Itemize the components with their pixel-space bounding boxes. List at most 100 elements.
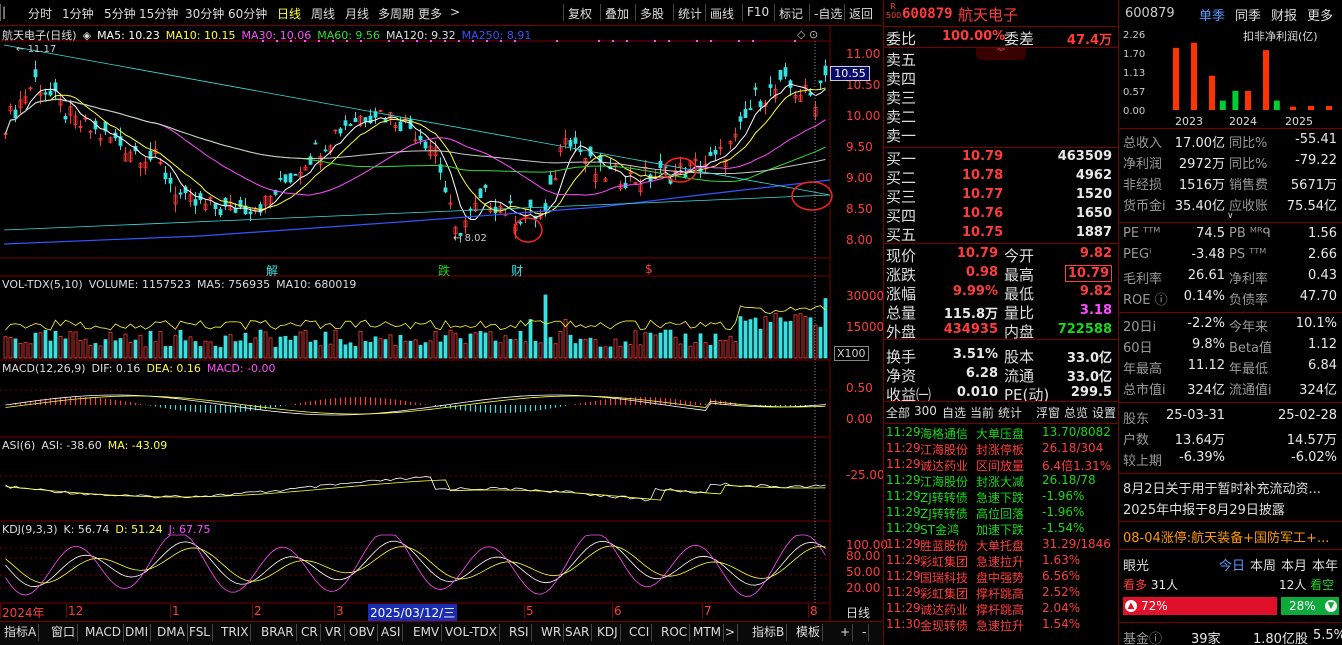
ticker-row[interactable]: 11:29 ZJ转转债 高位回落 -1.96% xyxy=(886,505,1118,521)
event-marker-3[interactable]: $ xyxy=(645,262,653,276)
quote-panel: R 500 600879 航天电子 委比 100.00% 委差 47.4万 ︾ 卖… xyxy=(883,0,1119,645)
bull-icon[interactable]: ▲ xyxy=(1125,600,1137,612)
indicator-right-2[interactable]: + xyxy=(838,624,854,641)
date-tick-8: 7 xyxy=(704,604,712,618)
ticker-row[interactable]: 11:29 诚达药业 撑杆跳高 2.04% xyxy=(886,601,1118,617)
metric-label: 同比% xyxy=(1229,157,1268,172)
metric-value: 75.54亿 xyxy=(1286,199,1337,214)
volume-bar xyxy=(198,346,203,359)
eye-tab-0[interactable]: 今日 xyxy=(1219,555,1245,574)
volume-bar xyxy=(603,346,608,359)
eye-tab-1[interactable]: 本周 xyxy=(1250,555,1276,574)
indicator-tab-cci-18[interactable]: CCI xyxy=(627,624,653,641)
ticker-row[interactable]: 11:29 诚达药业 区间放量 6.4倍1.31% xyxy=(886,457,1118,473)
metric-value: 1.56 xyxy=(1308,226,1337,241)
event-marker-1[interactable]: 跌 xyxy=(438,262,450,279)
ticker-row[interactable]: 11:29 国瑞科技 盘中强势 6.56% xyxy=(886,569,1118,585)
event-marker-2[interactable]: 财 xyxy=(511,262,523,279)
ticker-row[interactable]: 11:29 ZJ转转债 急速下跌 -1.96% xyxy=(886,489,1118,505)
macd-axis-label-0: 0.50 xyxy=(846,381,873,395)
indicator-right-3[interactable]: - xyxy=(860,624,870,641)
ticker-tab-1[interactable]: 300 xyxy=(914,404,937,418)
volume-bar xyxy=(108,331,113,359)
indicator-tab-vr-9[interactable]: VR xyxy=(323,624,345,641)
ticker-tab-4[interactable]: 统计 xyxy=(998,404,1022,421)
bid-price: 10.77 xyxy=(962,187,1004,202)
metric-value: 74.5 xyxy=(1196,226,1225,241)
ticker-tab-7[interactable]: 设置 xyxy=(1092,404,1116,421)
ticker-row[interactable]: 11:29 彩虹集团 急速拉升 1.63% xyxy=(886,553,1118,569)
bid-level-3[interactable]: 买三 10.77 1520 xyxy=(884,186,1118,206)
ask-level-4[interactable]: 卖四 xyxy=(886,68,916,89)
fin-expand-icon[interactable]: ∨ xyxy=(1227,211,1234,221)
indicator-tab-brar-7[interactable]: BRAR xyxy=(259,624,297,641)
ticker-row[interactable]: 11:30 金现转债 急速拉升 1.54% xyxy=(886,617,1118,633)
indicator-tab-dmi-3[interactable]: DMI xyxy=(123,624,152,641)
eye-tab-2[interactable]: 本月 xyxy=(1281,555,1307,574)
eye-tab-3[interactable]: 本年 xyxy=(1312,555,1338,574)
fin-tab-3[interactable]: 更多 xyxy=(1307,5,1333,24)
bear-icon[interactable]: ▼ xyxy=(1325,600,1337,612)
rank-badge: R 500 xyxy=(886,2,902,20)
ticker-tab-5[interactable]: 浮窗 xyxy=(1036,404,1060,421)
ticker-row[interactable]: 11:29 ST金鸿 加速下跌 -1.54% xyxy=(886,521,1118,537)
candle-body xyxy=(738,116,743,122)
news-item-2[interactable]: 2025年中报于8月29日披露 xyxy=(1123,499,1285,518)
ticker-event: 盘中强势 xyxy=(976,571,1025,585)
indicator-right-0[interactable]: 指标B xyxy=(750,624,788,641)
indicator-tab-obv-10[interactable]: OBV xyxy=(347,624,378,641)
bid-level-5[interactable]: 买五 10.75 1887 xyxy=(884,224,1118,244)
indicator-tab-sar-16[interactable]: SAR xyxy=(563,624,593,641)
ticker-row[interactable]: 11:29 江海股份 封涨停板 26.18/304 xyxy=(886,441,1118,457)
ask-level-2[interactable]: 卖二 xyxy=(886,106,916,127)
ticker-tab-6[interactable]: 总览 xyxy=(1064,404,1088,421)
metric-label: 负债率 xyxy=(1229,293,1269,308)
volume-bar xyxy=(68,331,73,359)
bid-level-4[interactable]: 买四 10.76 1650 xyxy=(884,205,1118,225)
volume-bar xyxy=(708,344,713,359)
news-item-1[interactable]: 8月2日关于用于暂时补充流动资... xyxy=(1123,478,1321,497)
signal-dot xyxy=(598,40,600,42)
indicator-tab-fsl-5[interactable]: FSL xyxy=(187,624,213,641)
bid-level-1[interactable]: 买一 10.79 463509 xyxy=(884,148,1118,168)
limit-up-news[interactable]: 08-04涨停:航天装备+国防军工+... xyxy=(1123,527,1329,546)
fin-tab-0[interactable]: 单季 xyxy=(1199,5,1225,24)
indicator-tab-dma-4[interactable]: DMA xyxy=(155,624,188,641)
volume-bar xyxy=(23,342,28,359)
ticker-row[interactable]: 11:29 江海股份 封涨大减 26.18/78 xyxy=(886,473,1118,489)
fin-tab-1[interactable]: 同季 xyxy=(1235,5,1261,24)
ticker-tab-0[interactable]: 全部 xyxy=(886,404,910,421)
ticker-row[interactable]: 11:29 海格通信 大单压盘 13.70/8082 xyxy=(886,425,1118,441)
volume-bar xyxy=(373,336,378,359)
indicator-tab-emv-12[interactable]: EMV xyxy=(411,624,443,641)
ticker-row[interactable]: 11:29 胜蓝股份 大单托盘 31.29/1846 xyxy=(886,537,1118,553)
ask-level-5[interactable]: 卖五 xyxy=(886,49,916,70)
ask-level-3[interactable]: 卖三 xyxy=(886,87,916,108)
ticker-tab-2[interactable]: 自选 xyxy=(942,404,966,421)
candle-body xyxy=(293,173,298,176)
indicator-tab-roc-19[interactable]: ROC xyxy=(659,624,691,641)
indicator-tab-x-21[interactable]: > xyxy=(723,624,739,641)
indicator-tab-trix-6[interactable]: TRIX xyxy=(219,624,252,641)
candle-body xyxy=(198,193,203,200)
ticker-tab-3[interactable]: 当前 xyxy=(970,404,994,421)
bid-level-2[interactable]: 买二 10.78 4962 xyxy=(884,167,1118,187)
indicator-tab-rsi-14[interactable]: RSI xyxy=(507,624,532,641)
fin-tab-2[interactable]: 财报 xyxy=(1271,5,1297,24)
indicator-right-1[interactable]: 模板 xyxy=(794,624,824,641)
indicator-tab-cr-8[interactable]: CR xyxy=(299,624,321,641)
indicator-tab-asi-11[interactable]: ASI xyxy=(379,624,404,641)
indicator-tab-mtm-20[interactable]: MTM xyxy=(691,624,725,641)
indicator-tab-wr-15[interactable]: WR xyxy=(539,624,565,641)
indicator-tab-vol-tdx-13[interactable]: VOL-TDX xyxy=(443,624,500,641)
ask-level-1[interactable]: 卖一 xyxy=(886,125,916,146)
ticker-row[interactable]: 11:29 彩虹集团 撑杆跳高 2.52% xyxy=(886,585,1118,601)
indicator-tab-kdj-17[interactable]: KDJ xyxy=(595,624,621,641)
volume-bar xyxy=(188,336,193,359)
indicator-tab-x-1[interactable]: 窗口 xyxy=(49,624,79,641)
signal-dot xyxy=(388,40,390,42)
indicator-tab-macd-2[interactable]: MACD xyxy=(83,624,124,641)
indicator-tab-a-0[interactable]: 指标A xyxy=(2,624,40,641)
event-marker-0[interactable]: 解 xyxy=(266,262,278,279)
volume-bar xyxy=(463,342,468,359)
